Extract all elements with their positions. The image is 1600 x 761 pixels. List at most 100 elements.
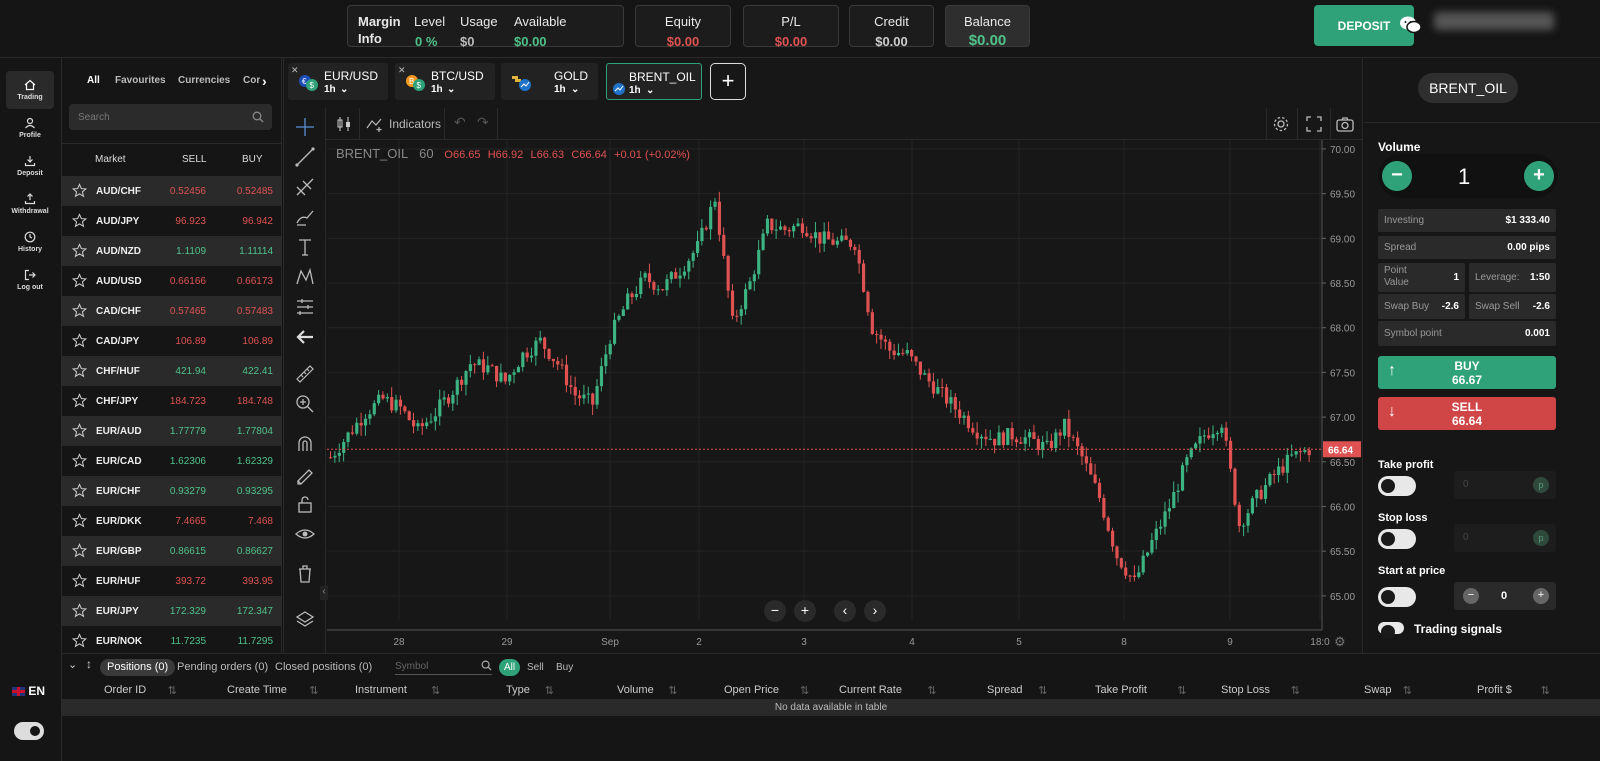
arrow-left-icon[interactable] <box>294 326 316 348</box>
redo-icon[interactable]: ↷ <box>477 114 489 131</box>
sort-icon[interactable]: ⇅ <box>431 684 440 697</box>
market-row[interactable]: CHF/HUF 421.94 422.41 <box>62 356 282 386</box>
market-row[interactable]: EUR/NOK 11.7235 11.7295 <box>62 626 282 656</box>
column-header[interactable]: Stop Loss <box>1221 684 1270 696</box>
nav-withdrawal[interactable]: Withdrawal <box>6 185 54 223</box>
filter-all[interactable]: All <box>499 659 521 676</box>
star-icon[interactable] <box>72 333 87 348</box>
nav-logout[interactable]: Log out <box>6 261 54 299</box>
chevron-right-icon[interactable]: › <box>260 73 267 89</box>
tab-closed-positions[interactable]: Closed positions (0) <box>275 659 372 676</box>
chart-tab-btcusd[interactable]: ✕ B $ BTC/USD 1h ⌄ <box>395 63 495 100</box>
star-icon[interactable] <box>72 273 87 288</box>
eye-icon[interactable] <box>294 523 316 545</box>
theme-toggle[interactable] <box>14 722 44 740</box>
column-header[interactable]: Take Profit <box>1095 684 1147 696</box>
trendline-icon[interactable] <box>294 146 316 168</box>
sort-icon[interactable]: ⇅ <box>668 684 677 697</box>
market-row[interactable]: AUD/CHF 0.52456 0.52485 <box>62 176 282 206</box>
resize-icon[interactable]: ↕ <box>86 657 92 671</box>
sort-icon[interactable]: ⇅ <box>1177 684 1186 697</box>
camera-icon[interactable] <box>1336 116 1354 132</box>
trash-icon[interactable] <box>294 563 316 585</box>
sort-icon[interactable]: ⇅ <box>1403 684 1412 697</box>
star-icon[interactable] <box>72 453 87 468</box>
market-tab-commodities[interactable]: Cor <box>243 75 260 86</box>
collapse-toolbar-icon[interactable]: ‹ <box>320 586 328 600</box>
indicators-button[interactable]: Indicators <box>389 117 441 131</box>
nav-profile[interactable]: Profile <box>6 109 54 147</box>
tab-positions[interactable]: Positions (0) <box>100 659 176 676</box>
scroll-left-button[interactable]: ‹ <box>834 600 856 622</box>
deposit-button[interactable]: DEPOSIT <box>1314 5 1414 46</box>
chart-tab-gold[interactable]: GOLD 1h ⌄ <box>501 63 598 100</box>
text-tool-icon[interactable] <box>294 236 316 258</box>
volume-value[interactable]: 1 <box>1458 164 1470 190</box>
scroll-right-button[interactable]: › <box>864 600 886 622</box>
chevron-down-icon[interactable]: ⌄ <box>340 84 348 95</box>
filter-sell[interactable]: Sell <box>527 659 544 676</box>
indicators-icon[interactable] <box>366 116 386 132</box>
prediction-icon[interactable] <box>294 296 316 318</box>
star-icon[interactable] <box>72 603 87 618</box>
sell-button[interactable]: ↓ SELL 66.64 <box>1378 397 1556 430</box>
collapse-chevron-icon[interactable]: ⌄ <box>68 658 77 671</box>
pattern-icon[interactable] <box>294 266 316 288</box>
price-decrease-button[interactable]: − <box>1463 588 1479 604</box>
sort-icon[interactable]: ⇅ <box>309 684 318 697</box>
nav-deposit[interactable]: Deposit <box>6 147 54 185</box>
market-tab-favourites[interactable]: Favourites <box>115 75 166 86</box>
chart-tab-timeframe[interactable]: 1h <box>324 84 336 95</box>
language-selector[interactable]: EN <box>12 684 45 698</box>
market-row[interactable]: EUR/CHF 0.93279 0.93295 <box>62 476 282 506</box>
sort-icon[interactable]: ⇅ <box>545 684 554 697</box>
star-icon[interactable] <box>72 303 87 318</box>
chart-tab-timeframe[interactable]: 1h <box>629 85 641 96</box>
magnet-icon[interactable] <box>294 433 316 455</box>
star-icon[interactable] <box>72 573 87 588</box>
start-at-price-toggle[interactable] <box>1378 587 1416 607</box>
star-icon[interactable] <box>72 393 87 408</box>
lock-icon[interactable] <box>294 493 316 515</box>
candle-type-icon[interactable] <box>336 116 352 132</box>
stop-loss-input[interactable]: 0p <box>1454 524 1556 552</box>
column-header[interactable]: Type <box>506 684 530 696</box>
zoom-in-button[interactable]: + <box>794 600 816 622</box>
take-profit-toggle[interactable] <box>1378 476 1416 496</box>
market-row[interactable]: AUD/JPY 96.923 96.942 <box>62 206 282 236</box>
chevron-down-icon[interactable]: ⌄ <box>646 85 654 96</box>
lock-pencil-icon[interactable] <box>294 463 316 485</box>
star-icon[interactable] <box>72 363 87 378</box>
price-increase-button[interactable]: + <box>1533 588 1549 604</box>
market-row[interactable]: CHF/JPY 184.723 184.748 <box>62 386 282 416</box>
market-row[interactable]: EUR/DKK 7.4665 7.468 <box>62 506 282 536</box>
zoom-out-button[interactable]: − <box>764 600 786 622</box>
market-tab-all[interactable]: All <box>87 75 100 86</box>
undo-icon[interactable]: ↶ <box>454 114 466 131</box>
market-row[interactable]: AUD/USD 0.66166 0.66173 <box>62 266 282 296</box>
chart-tab-timeframe[interactable]: 1h <box>431 84 443 95</box>
sort-icon[interactable]: ⇅ <box>800 684 809 697</box>
volume-increase-button[interactable]: + <box>1524 161 1554 191</box>
sort-icon[interactable]: ⇅ <box>1541 684 1550 697</box>
market-row[interactable]: EUR/CAD 1.62306 1.62329 <box>62 446 282 476</box>
fib-tool-icon[interactable] <box>294 176 316 198</box>
market-tab-currencies[interactable]: Currencies <box>178 75 230 86</box>
column-header[interactable]: Profit $ <box>1477 684 1512 696</box>
star-icon[interactable] <box>72 243 87 258</box>
star-icon[interactable] <box>72 513 87 528</box>
column-header[interactable]: Create Time <box>227 684 287 696</box>
column-header[interactable]: Order ID <box>104 684 146 696</box>
chevron-down-icon[interactable]: ⌄ <box>571 84 579 95</box>
tab-pending-orders[interactable]: Pending orders (0) <box>177 659 268 676</box>
layers-icon[interactable] <box>294 608 316 630</box>
sort-icon[interactable]: ⇅ <box>927 684 936 697</box>
nav-history[interactable]: History <box>6 223 54 261</box>
market-row[interactable]: CAD/JPY 106.89 106.89 <box>62 326 282 356</box>
fullscreen-icon[interactable] <box>1306 116 1322 132</box>
take-profit-input[interactable]: 0p <box>1454 471 1556 499</box>
star-icon[interactable] <box>72 213 87 228</box>
star-icon[interactable] <box>72 543 87 558</box>
market-row[interactable]: AUD/NZD 1.1109 1.11114 <box>62 236 282 266</box>
star-icon[interactable] <box>72 633 87 648</box>
